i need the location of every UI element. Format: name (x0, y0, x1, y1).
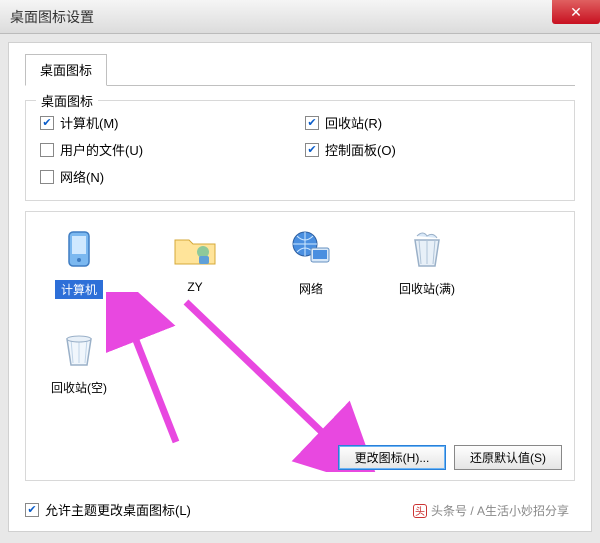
chk-userfiles[interactable]: 用户的文件(U) (40, 140, 295, 159)
icon-row-2: 回收站(空) (36, 325, 564, 396)
icon-row-1: 计算机 ZY (36, 226, 564, 299)
restore-default-button[interactable]: 还原默认值(S) (454, 445, 562, 470)
watermark-icon: 头 (413, 504, 427, 518)
chk-label: 回收站(R) (325, 113, 382, 132)
watermark: 头 头条号 / A生活小妙招分享 (413, 502, 569, 519)
button-label: 还原默认值(S) (470, 451, 546, 465)
chk-label: 允许主题更改桌面图标(L) (45, 500, 191, 519)
change-icon-button[interactable]: 更改图标(H)... (338, 445, 446, 470)
network-icon (287, 226, 335, 274)
close-button[interactable]: ✕ (552, 0, 600, 24)
chk-recyclebin[interactable]: 回收站(R) (305, 113, 560, 132)
checkbox-icon (40, 116, 54, 130)
checkbox-icon (40, 170, 54, 184)
tab-label: 桌面图标 (40, 63, 92, 78)
icon-label: 计算机 (55, 280, 103, 299)
checkbox-icon (305, 116, 319, 130)
icon-recyclebin-empty[interactable]: 回收站(空) (36, 325, 122, 396)
icon-label: 网络 (299, 280, 323, 297)
chk-controlpanel[interactable]: 控制面板(O) (305, 140, 560, 159)
checkbox-icon (40, 143, 54, 157)
group-title: 桌面图标 (36, 91, 98, 110)
chk-label: 计算机(M) (60, 113, 119, 132)
chk-label: 用户的文件(U) (60, 140, 143, 159)
group-desktop-icons: 桌面图标 计算机(M) 回收站(R) 用户的文件(U) 控制面板(O) 网络(N… (25, 100, 575, 201)
chk-label: 控制面板(O) (325, 140, 396, 159)
icon-folder-zy[interactable]: ZY (152, 226, 238, 299)
window-title: 桌面图标设置 (10, 7, 94, 27)
close-icon: ✕ (570, 4, 582, 21)
icon-label: 回收站(满) (399, 280, 455, 297)
button-row: 更改图标(H)... 还原默认值(S) (338, 445, 562, 470)
recyclebin-full-icon (403, 226, 451, 274)
button-label: 更改图标(H)... (355, 451, 430, 465)
icon-preview-area: 计算机 ZY (25, 211, 575, 481)
icon-label: 回收站(空) (51, 379, 107, 396)
titlebar: 桌面图标设置 ✕ (0, 0, 600, 34)
watermark-text: 头条号 / A生活小妙招分享 (431, 502, 569, 519)
checkbox-grid: 计算机(M) 回收站(R) 用户的文件(U) 控制面板(O) 网络(N) (40, 113, 560, 186)
chk-network[interactable]: 网络(N) (40, 167, 295, 186)
tab-header: 桌面图标 (25, 53, 575, 86)
recyclebin-empty-icon (55, 325, 103, 373)
dialog-body: 桌面图标 桌面图标 计算机(M) 回收站(R) 用户的文件(U) 控制面板(O) (8, 42, 592, 532)
checkbox-icon (305, 143, 319, 157)
checkbox-icon (25, 503, 39, 517)
icon-label: ZY (187, 280, 202, 294)
tab-desktop-icons[interactable]: 桌面图标 (25, 54, 107, 86)
icon-recyclebin-full[interactable]: 回收站(满) (384, 226, 470, 299)
icon-network[interactable]: 网络 (268, 226, 354, 299)
computer-icon (55, 226, 103, 274)
icon-computer[interactable]: 计算机 (36, 226, 122, 299)
chk-computer[interactable]: 计算机(M) (40, 113, 295, 132)
folder-icon (171, 226, 219, 274)
chk-label: 网络(N) (60, 167, 104, 186)
allow-themes-checkbox[interactable]: 允许主题更改桌面图标(L) (25, 500, 191, 519)
